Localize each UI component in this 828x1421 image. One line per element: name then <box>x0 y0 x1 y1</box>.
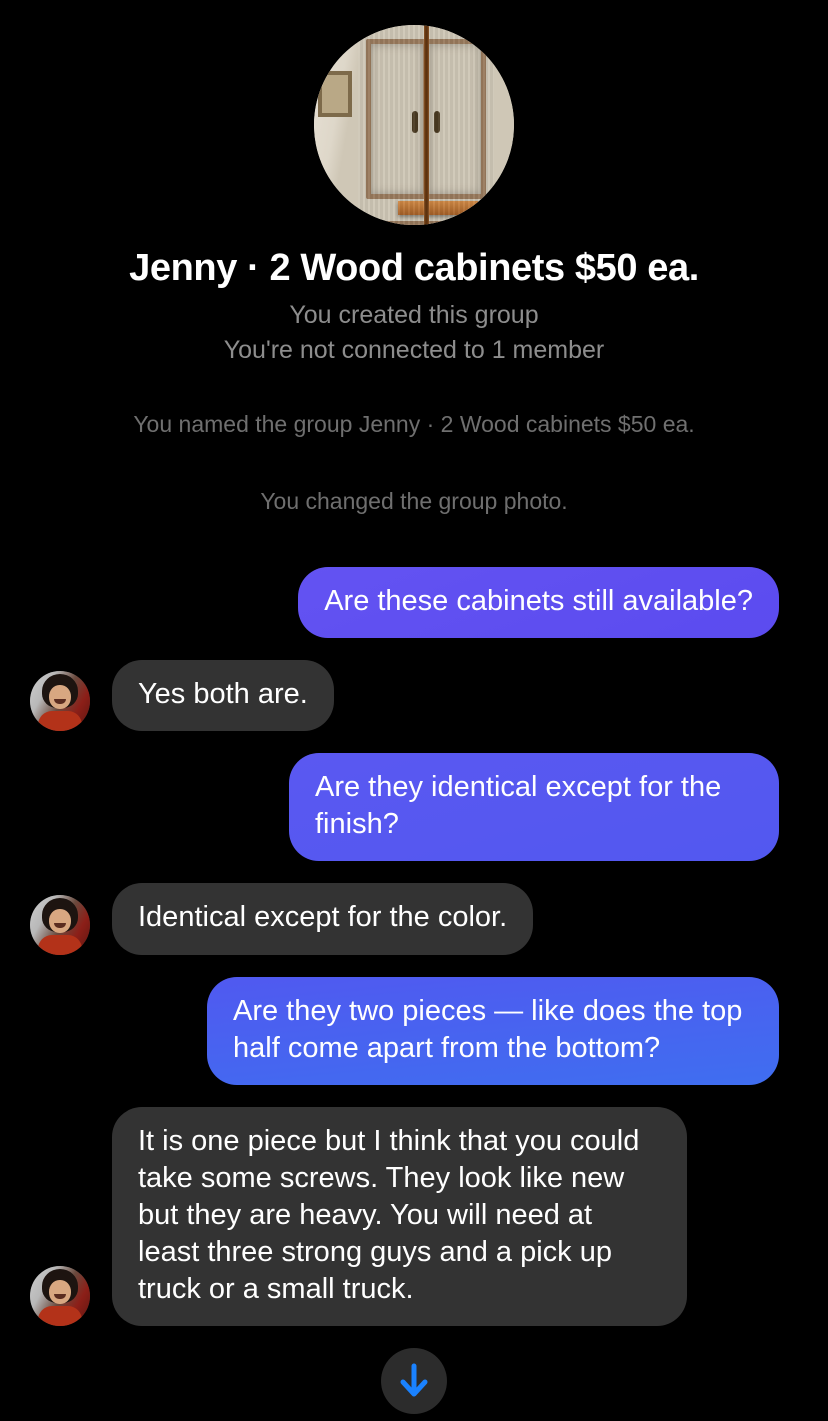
group-photo-avatar[interactable] <box>314 25 514 225</box>
avatar-face <box>49 1280 71 1305</box>
avatar-face <box>49 908 71 933</box>
message-row-incoming: It is one piece but I think that you cou… <box>0 1106 804 1327</box>
message-row-incoming: Yes both are. <box>0 660 804 732</box>
message-bubble-outgoing[interactable]: Are these cabinets still available? <box>298 566 779 639</box>
sender-avatar-jenny[interactable] <box>30 1266 90 1327</box>
message-bubble-outgoing[interactable]: Are they identical except for the finish… <box>289 753 779 862</box>
message-bubble-incoming[interactable]: Yes both are. <box>112 660 334 732</box>
group-subtitle-connection: You're not connected to 1 member <box>223 335 605 364</box>
photo-cabinet-body <box>358 25 494 225</box>
photo-cabinet-door-upper-left <box>366 39 428 199</box>
system-notice-group-photo: You changed the group photo. <box>260 488 568 515</box>
message-row-outgoing: Are they two pieces — like does the top … <box>0 976 804 1085</box>
scroll-to-bottom-button[interactable] <box>381 1348 447 1414</box>
avatar-clothing <box>38 934 82 955</box>
message-thread: Are these cabinets still available? Yes … <box>0 545 828 1327</box>
conversation-screen: Jenny · 2 Wood cabinets $50 ea. You crea… <box>0 0 828 1421</box>
photo-wall-picture-frame <box>318 71 352 117</box>
photo-cabinet-door-lower-right <box>424 221 486 225</box>
photo-cabinet-door-lower-left <box>366 221 428 225</box>
sender-avatar-jenny[interactable] <box>30 894 90 955</box>
avatar-clothing <box>38 1306 82 1327</box>
message-bubble-incoming[interactable]: It is one piece but I think that you cou… <box>112 1106 687 1327</box>
avatar-smile <box>54 922 66 928</box>
avatar-face <box>49 685 71 710</box>
avatar-clothing <box>38 711 82 732</box>
photo-cabinet-door-upper-right <box>424 39 486 199</box>
group-header: Jenny · 2 Wood cabinets $50 ea. You crea… <box>0 0 828 366</box>
photo-cabinet-rail <box>398 201 478 215</box>
message-row-outgoing: Are they identical except for the finish… <box>0 753 804 862</box>
message-row-incoming: Identical except for the color. <box>0 883 804 955</box>
sender-avatar-jenny[interactable] <box>30 671 90 732</box>
group-subtitle-created: You created this group <box>289 300 539 329</box>
group-title: Jenny · 2 Wood cabinets $50 ea. <box>129 247 699 289</box>
photo-cabinet-handle-right <box>434 111 440 133</box>
photo-cabinet-center-seam <box>424 25 429 225</box>
photo-cabinet-handle-left <box>412 111 418 133</box>
message-bubble-outgoing[interactable]: Are they two pieces — like does the top … <box>207 976 779 1085</box>
system-notice-group-named: You named the group Jenny · 2 Wood cabin… <box>133 411 695 438</box>
message-bubble-incoming[interactable]: Identical except for the color. <box>112 883 534 955</box>
arrow-down-icon <box>400 1363 428 1397</box>
message-row-outgoing: Are these cabinets still available? <box>0 566 804 639</box>
